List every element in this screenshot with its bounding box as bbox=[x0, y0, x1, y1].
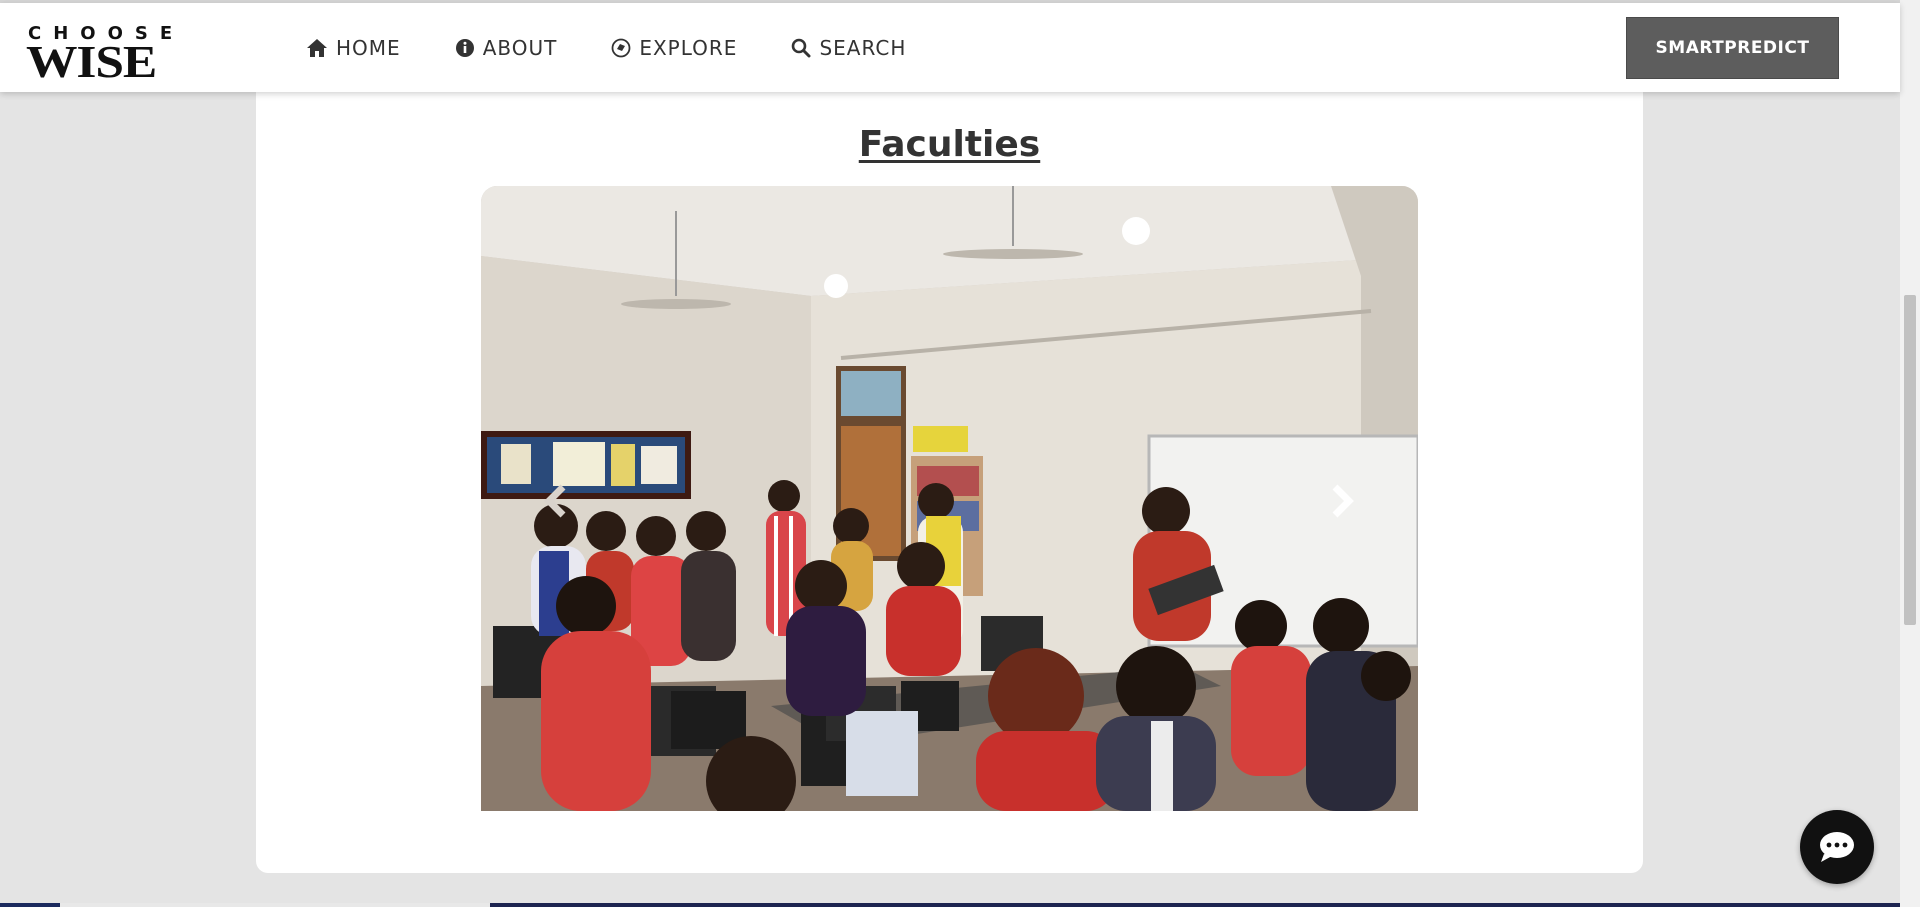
main-nav: HOME ABOUT EXPLORE SEARCH bbox=[306, 3, 960, 92]
home-icon bbox=[307, 38, 327, 57]
carousel-prev-button[interactable] bbox=[531, 476, 581, 526]
carousel-next-button[interactable] bbox=[1317, 476, 1367, 526]
faculties-carousel[interactable] bbox=[481, 186, 1418, 811]
nav-explore[interactable]: EXPLORE bbox=[611, 36, 737, 60]
chat-button[interactable] bbox=[1800, 810, 1874, 884]
section-title: Faculties bbox=[858, 124, 1041, 165]
info-icon bbox=[455, 38, 474, 57]
nav-home-label: HOME bbox=[336, 35, 401, 60]
nav-search[interactable]: SEARCH bbox=[791, 36, 906, 60]
nav-explore-label: EXPLORE bbox=[639, 35, 738, 60]
nav-about-label: ABOUT bbox=[482, 35, 558, 60]
footer-edge-left bbox=[0, 903, 60, 907]
faculty-photo bbox=[481, 186, 1418, 811]
chevron-left-icon bbox=[544, 484, 566, 518]
top-navbar: CHOOSE WISE HOME ABOUT EXPLORE SEARCH SM… bbox=[0, 3, 1900, 92]
nav-home[interactable]: HOME bbox=[306, 36, 401, 60]
logo-bottom-text: WISE bbox=[26, 36, 157, 87]
search-icon bbox=[792, 38, 811, 57]
nav-about[interactable]: ABOUT bbox=[455, 36, 558, 60]
footer-edge bbox=[0, 903, 1900, 907]
page-scrollbar[interactable] bbox=[1900, 0, 1920, 907]
choosewise-logo[interactable]: CHOOSE WISE bbox=[26, 25, 246, 85]
smartpredict-button[interactable]: SMARTPREDICT bbox=[1626, 17, 1839, 79]
footer-edge-mid bbox=[60, 903, 490, 907]
chevron-right-icon bbox=[1332, 484, 1354, 518]
nav-search-label: SEARCH bbox=[819, 35, 907, 60]
chat-icon bbox=[1820, 832, 1854, 862]
scrollbar-thumb[interactable] bbox=[1904, 295, 1916, 625]
compass-icon bbox=[611, 38, 631, 57]
